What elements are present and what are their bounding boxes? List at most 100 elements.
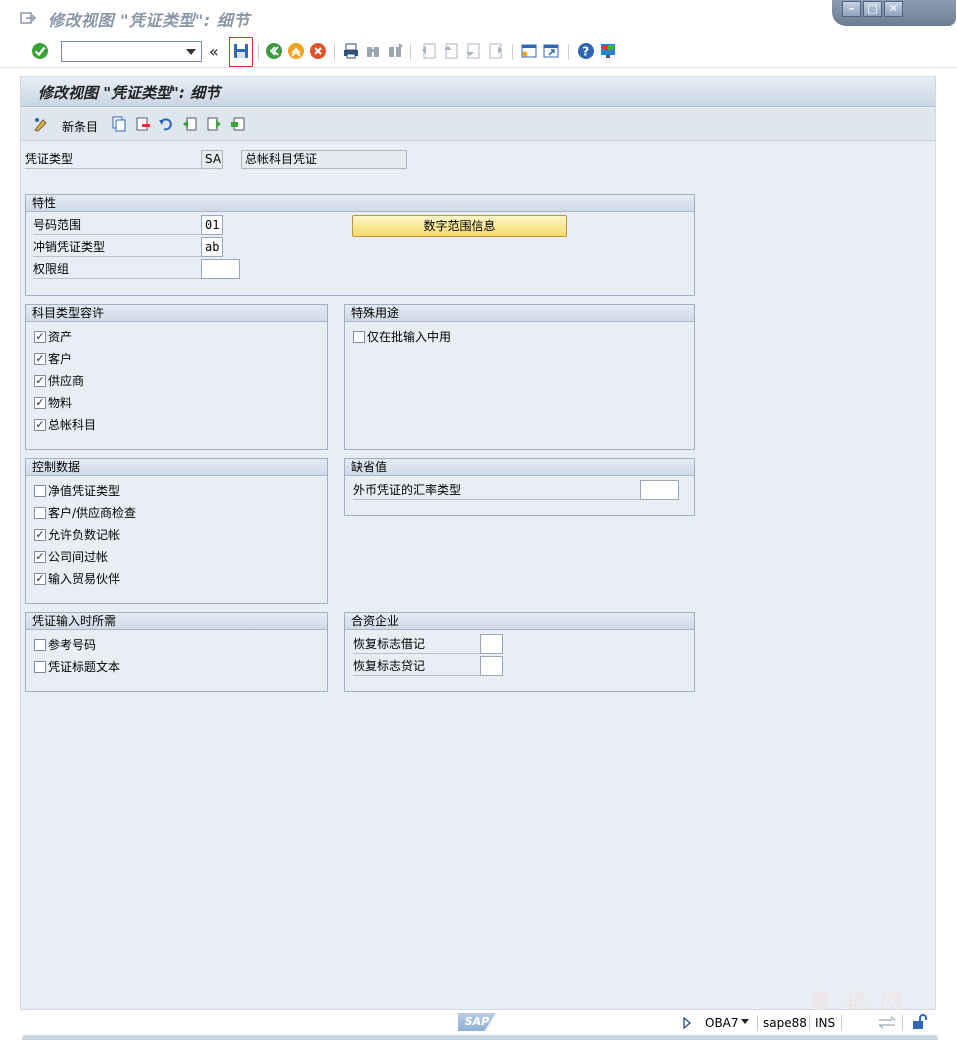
delete-icon[interactable] (135, 116, 151, 132)
checkbox-label: 净值凭证类型 (48, 484, 121, 498)
checkbox[interactable]: ✓ (34, 529, 46, 541)
command-field[interactable] (61, 41, 202, 62)
chevron-down-icon[interactable] (186, 49, 196, 55)
next-entry-icon[interactable] (206, 116, 222, 132)
separator (809, 1015, 810, 1031)
group-title: 特性 (26, 195, 694, 212)
checkbox-label: 仅在批输入中用 (367, 330, 452, 344)
recovery-credit-input[interactable] (480, 656, 503, 676)
checkbox-label: 客户/供应商检查 (48, 506, 137, 520)
next-page-icon[interactable] (464, 42, 482, 60)
doc-type-label: 凭证类型 (25, 151, 201, 169)
checkbox[interactable]: ✓ (34, 375, 46, 387)
close-window-button[interactable]: ✕ (884, 1, 903, 17)
exit-up-icon[interactable] (287, 42, 305, 60)
transaction-code: OBA7 (705, 1016, 739, 1030)
insert-mode[interactable]: INS (815, 1016, 835, 1030)
checkbox[interactable] (34, 639, 46, 651)
back-chevron-icon[interactable]: « (209, 43, 227, 61)
find-icon[interactable] (364, 42, 382, 60)
reverse-doc-type-label: 冲销凭证类型 (33, 239, 201, 257)
undo-icon[interactable] (158, 116, 174, 132)
fx-rate-type-input[interactable] (640, 480, 679, 500)
checkbox[interactable] (34, 507, 46, 519)
checkbox[interactable] (353, 331, 365, 343)
display-change-icon[interactable] (33, 116, 49, 132)
checkbox-label: 允许负数记帐 (48, 528, 121, 542)
doc-type-description: 总帐科目凭证 (241, 150, 407, 169)
fx-rate-type-label: 外币凭证的汇率类型 (353, 482, 640, 500)
print-icon[interactable] (342, 42, 360, 60)
group-title: 合资企业 (345, 613, 694, 630)
bottom-edge (22, 1035, 938, 1040)
svg-text:?: ? (582, 45, 589, 59)
sap-logo: SAP (458, 1013, 496, 1031)
status-toggle-icon[interactable] (682, 1017, 692, 1029)
separator (568, 44, 569, 60)
enter-check-icon[interactable] (31, 42, 49, 60)
back-icon[interactable] (265, 42, 283, 60)
exit-icon[interactable] (20, 11, 36, 25)
auth-group-input[interactable] (201, 259, 240, 279)
shortcut-icon[interactable] (542, 42, 560, 60)
checkbox[interactable]: ✓ (34, 551, 46, 563)
save-highlight-box (229, 37, 253, 67)
checkbox-label: 公司间过帐 (48, 550, 109, 564)
checkbox-label: 供应商 (48, 374, 85, 388)
title-bar: 修改视图 "凭证类型": 细节 (0, 0, 957, 36)
chevron-down-icon[interactable] (741, 1019, 749, 1024)
group-title: 控制数据 (26, 459, 327, 476)
window-title: 修改视图 "凭证类型": 细节 (48, 11, 250, 30)
group-title: 特殊用途 (345, 305, 694, 322)
cancel-icon[interactable] (309, 42, 327, 60)
customize-layout-icon[interactable] (599, 42, 617, 60)
separator (410, 44, 411, 60)
separator (757, 1015, 758, 1031)
recovery-debit-label: 恢复标志借记 (353, 636, 480, 654)
previous-entry-icon[interactable] (182, 116, 198, 132)
checkbox[interactable]: ✓ (34, 397, 46, 409)
group-title: 科目类型容许 (26, 305, 327, 322)
checkbox[interactable] (34, 661, 46, 673)
separator (512, 44, 513, 60)
checkbox-label: 参考号码 (48, 638, 97, 652)
checkbox[interactable]: ✓ (34, 353, 46, 365)
window-controls: – □ ✕ (832, 0, 956, 26)
number-range-label: 号码范围 (33, 217, 201, 235)
checkbox-label: 凭证标题文本 (48, 660, 121, 674)
reverse-doc-type-input[interactable]: ab (201, 237, 223, 257)
doc-type-code: SA (201, 150, 223, 169)
checkbox-label: 总帐科目 (48, 418, 97, 432)
number-range-info-button[interactable]: 数字范围信息 (352, 215, 567, 237)
checkbox[interactable] (34, 485, 46, 497)
special-usage-group: 特殊用途 (344, 304, 695, 450)
previous-page-icon[interactable] (442, 42, 460, 60)
separator (334, 44, 335, 60)
minimize-button[interactable]: – (842, 1, 861, 17)
checkbox[interactable]: ✓ (34, 573, 46, 585)
group-title: 缺省值 (345, 459, 694, 476)
new-entries-button[interactable]: 新条目 (62, 118, 98, 135)
unlock-icon (913, 1014, 927, 1029)
last-page-icon[interactable] (486, 42, 504, 60)
svg-text:«: « (209, 43, 219, 61)
checkbox[interactable]: ✓ (34, 419, 46, 431)
checkbox-label: 资产 (48, 330, 73, 344)
recovery-debit-input[interactable] (480, 634, 503, 654)
help-icon[interactable]: ? (577, 42, 595, 60)
new-session-icon[interactable] (520, 42, 538, 60)
checkbox[interactable]: ✓ (34, 331, 46, 343)
select-all-icon[interactable] (230, 116, 246, 132)
first-page-icon[interactable] (420, 42, 438, 60)
maximize-button[interactable]: □ (863, 1, 882, 17)
find-next-icon[interactable] (386, 42, 404, 60)
copy-icon[interactable] (111, 116, 127, 132)
connection-icon (878, 1016, 896, 1029)
checkbox-label: 输入贸易伙伴 (48, 572, 121, 586)
server-name: sape88 (763, 1016, 807, 1030)
application-toolbar: 新条目 (21, 108, 935, 141)
number-range-input[interactable]: 01 (201, 215, 223, 235)
group-title: 凭证输入时所需 (26, 613, 327, 630)
recovery-credit-label: 恢复标志贷记 (353, 658, 480, 676)
required-entry-group: 凭证输入时所需 (25, 612, 328, 692)
